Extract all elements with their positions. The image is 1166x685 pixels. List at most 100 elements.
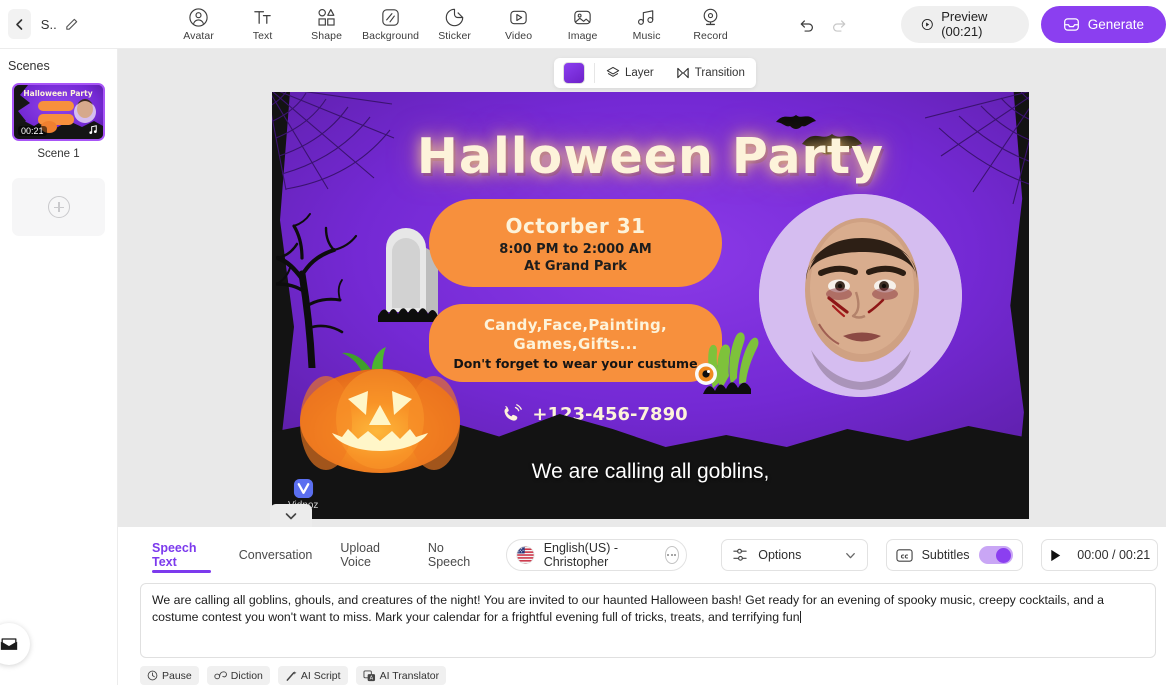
tool-sticker[interactable]: Sticker <box>423 6 487 42</box>
diction-button[interactable]: Diction <box>206 666 270 685</box>
image-icon <box>572 6 593 28</box>
play-icon <box>1051 549 1061 561</box>
tool-image[interactable]: Image <box>551 6 615 42</box>
chevron-down-icon <box>845 552 855 558</box>
text-icon <box>252 6 273 28</box>
envelope-icon <box>0 638 18 650</box>
preview-button[interactable]: Preview (00:21) <box>900 5 1029 43</box>
undo-icon <box>800 19 813 32</box>
generate-icon <box>1063 17 1079 31</box>
script-textarea[interactable]: We are calling all goblins, ghouls, and … <box>140 583 1156 658</box>
playback-time: 00:00 / 00:21 <box>1077 548 1151 562</box>
subtitles-toggle[interactable] <box>978 546 1013 564</box>
script-text: We are calling all goblins, ghouls, and … <box>152 593 1104 624</box>
tool-label: Music <box>632 30 661 42</box>
script-tabs: Speech Text Conversation Upload Voice No… <box>130 527 1166 573</box>
top-toolbar: S... Avatar Text Shape <box>0 0 1166 49</box>
pencil-icon <box>65 18 77 30</box>
magic-wand-icon <box>286 670 297 681</box>
chip-label: AI Script <box>300 669 341 682</box>
tool-group: Avatar Text Shape Background Sticker Vid… <box>167 6 743 42</box>
background-icon <box>380 6 401 28</box>
avatar-icon <box>188 6 209 28</box>
features-line1: Candy,Face,Painting, <box>483 316 668 334</box>
options-label: Options <box>758 548 802 562</box>
event-features: Candy,Face,Painting, Games,Gifts... <box>429 316 722 354</box>
voice-selector[interactable]: English(US) - Christopher <box>505 539 688 571</box>
feedback-button[interactable] <box>0 623 30 665</box>
subtitles-control: cc Subtitles <box>885 539 1023 571</box>
generate-label: Generate <box>1087 16 1144 32</box>
sticker-icon <box>444 6 465 28</box>
add-scene-button[interactable] <box>12 178 105 236</box>
scenes-heading: Scenes <box>8 59 50 73</box>
tab-upload-voice[interactable]: Upload Voice <box>326 541 413 569</box>
diction-icon <box>214 671 227 680</box>
tool-label: Shape <box>311 30 343 42</box>
dead-tree-icon <box>276 213 358 368</box>
subtitles-label: Subtitles <box>921 548 970 562</box>
svg-text:Halloween Party: Halloween Party <box>23 89 92 98</box>
tool-label: Record <box>693 30 728 42</box>
tool-music[interactable]: Music <box>615 6 679 42</box>
us-flag-icon <box>516 545 535 565</box>
tab-no-speech[interactable]: No Speech <box>414 541 492 569</box>
layers-icon <box>606 66 620 77</box>
ai-translator-button[interactable]: A AI Translator <box>355 666 447 685</box>
clock-icon <box>147 670 158 681</box>
tool-record[interactable]: Record <box>679 6 743 42</box>
color-swatch[interactable] <box>563 62 585 84</box>
voice-more-options-icon[interactable] <box>664 546 680 564</box>
layer-button[interactable]: Layer <box>595 58 665 88</box>
ai-script-button[interactable]: AI Script <box>277 666 348 685</box>
playback-control[interactable]: 00:00 / 00:21 <box>1040 539 1159 571</box>
collapse-panel-button[interactable] <box>270 504 312 528</box>
record-icon <box>700 6 721 28</box>
avatar-image <box>759 194 962 397</box>
features-line2: Games,Gifts... <box>513 335 638 353</box>
scene-thumbnail[interactable]: Halloween Party 00:21 <box>12 83 105 141</box>
tool-avatar[interactable]: Avatar <box>167 6 231 42</box>
tab-conversation[interactable]: Conversation <box>225 543 327 568</box>
tool-video[interactable]: Video <box>487 6 551 42</box>
preview-label: Preview (00:21) <box>941 9 988 39</box>
generate-button[interactable]: Generate <box>1040 5 1166 43</box>
tool-label: Text <box>252 30 273 42</box>
canvas-area: Layer Transition Halloween Party Octorbe… <box>118 49 1166 528</box>
options-dropdown[interactable]: Options <box>721 539 868 571</box>
chip-label: AI Translator <box>379 669 440 682</box>
cc-icon: cc <box>895 548 913 562</box>
chip-label: Diction <box>230 669 263 682</box>
svg-text:cc: cc <box>900 552 908 560</box>
history-controls <box>797 15 849 34</box>
translate-icon: A <box>363 669 375 681</box>
scene-duration: 00:21 <box>18 126 47 136</box>
tool-shape[interactable]: Shape <box>295 6 359 42</box>
layer-label: Layer <box>625 67 654 79</box>
transition-label: Transition <box>694 67 745 79</box>
costume-note: Don't forget to wear your custume <box>453 356 698 371</box>
tab-speech-text[interactable]: Speech Text <box>138 541 225 573</box>
redo-button[interactable] <box>830 15 849 34</box>
poster-canvas[interactable]: Halloween Party Octorber 31 8:00 PM to 2… <box>272 92 1029 519</box>
text-caret <box>800 610 802 623</box>
pumpkin-icon <box>300 347 460 473</box>
scene-label: Scene 1 <box>37 148 80 160</box>
undo-button[interactable] <box>797 15 816 34</box>
back-button[interactable] <box>8 9 31 39</box>
music-note-icon <box>89 125 97 134</box>
tool-text[interactable]: Text <box>231 6 295 42</box>
tool-background[interactable]: Background <box>359 6 423 42</box>
transition-button[interactable]: Transition <box>665 58 756 88</box>
voice-name: English(US) - Christopher <box>543 541 619 569</box>
poster-title: Halloween Party <box>416 128 885 185</box>
pause-button[interactable]: Pause <box>140 666 199 685</box>
edit-title-button[interactable] <box>64 17 79 32</box>
tool-label: Avatar <box>183 30 214 42</box>
avatar-portrait[interactable] <box>759 194 962 397</box>
shape-icon <box>316 6 337 28</box>
phone-call-icon <box>504 404 523 421</box>
transition-icon <box>677 67 689 79</box>
play-circle-icon <box>921 18 933 30</box>
plus-circle-icon <box>47 196 70 218</box>
